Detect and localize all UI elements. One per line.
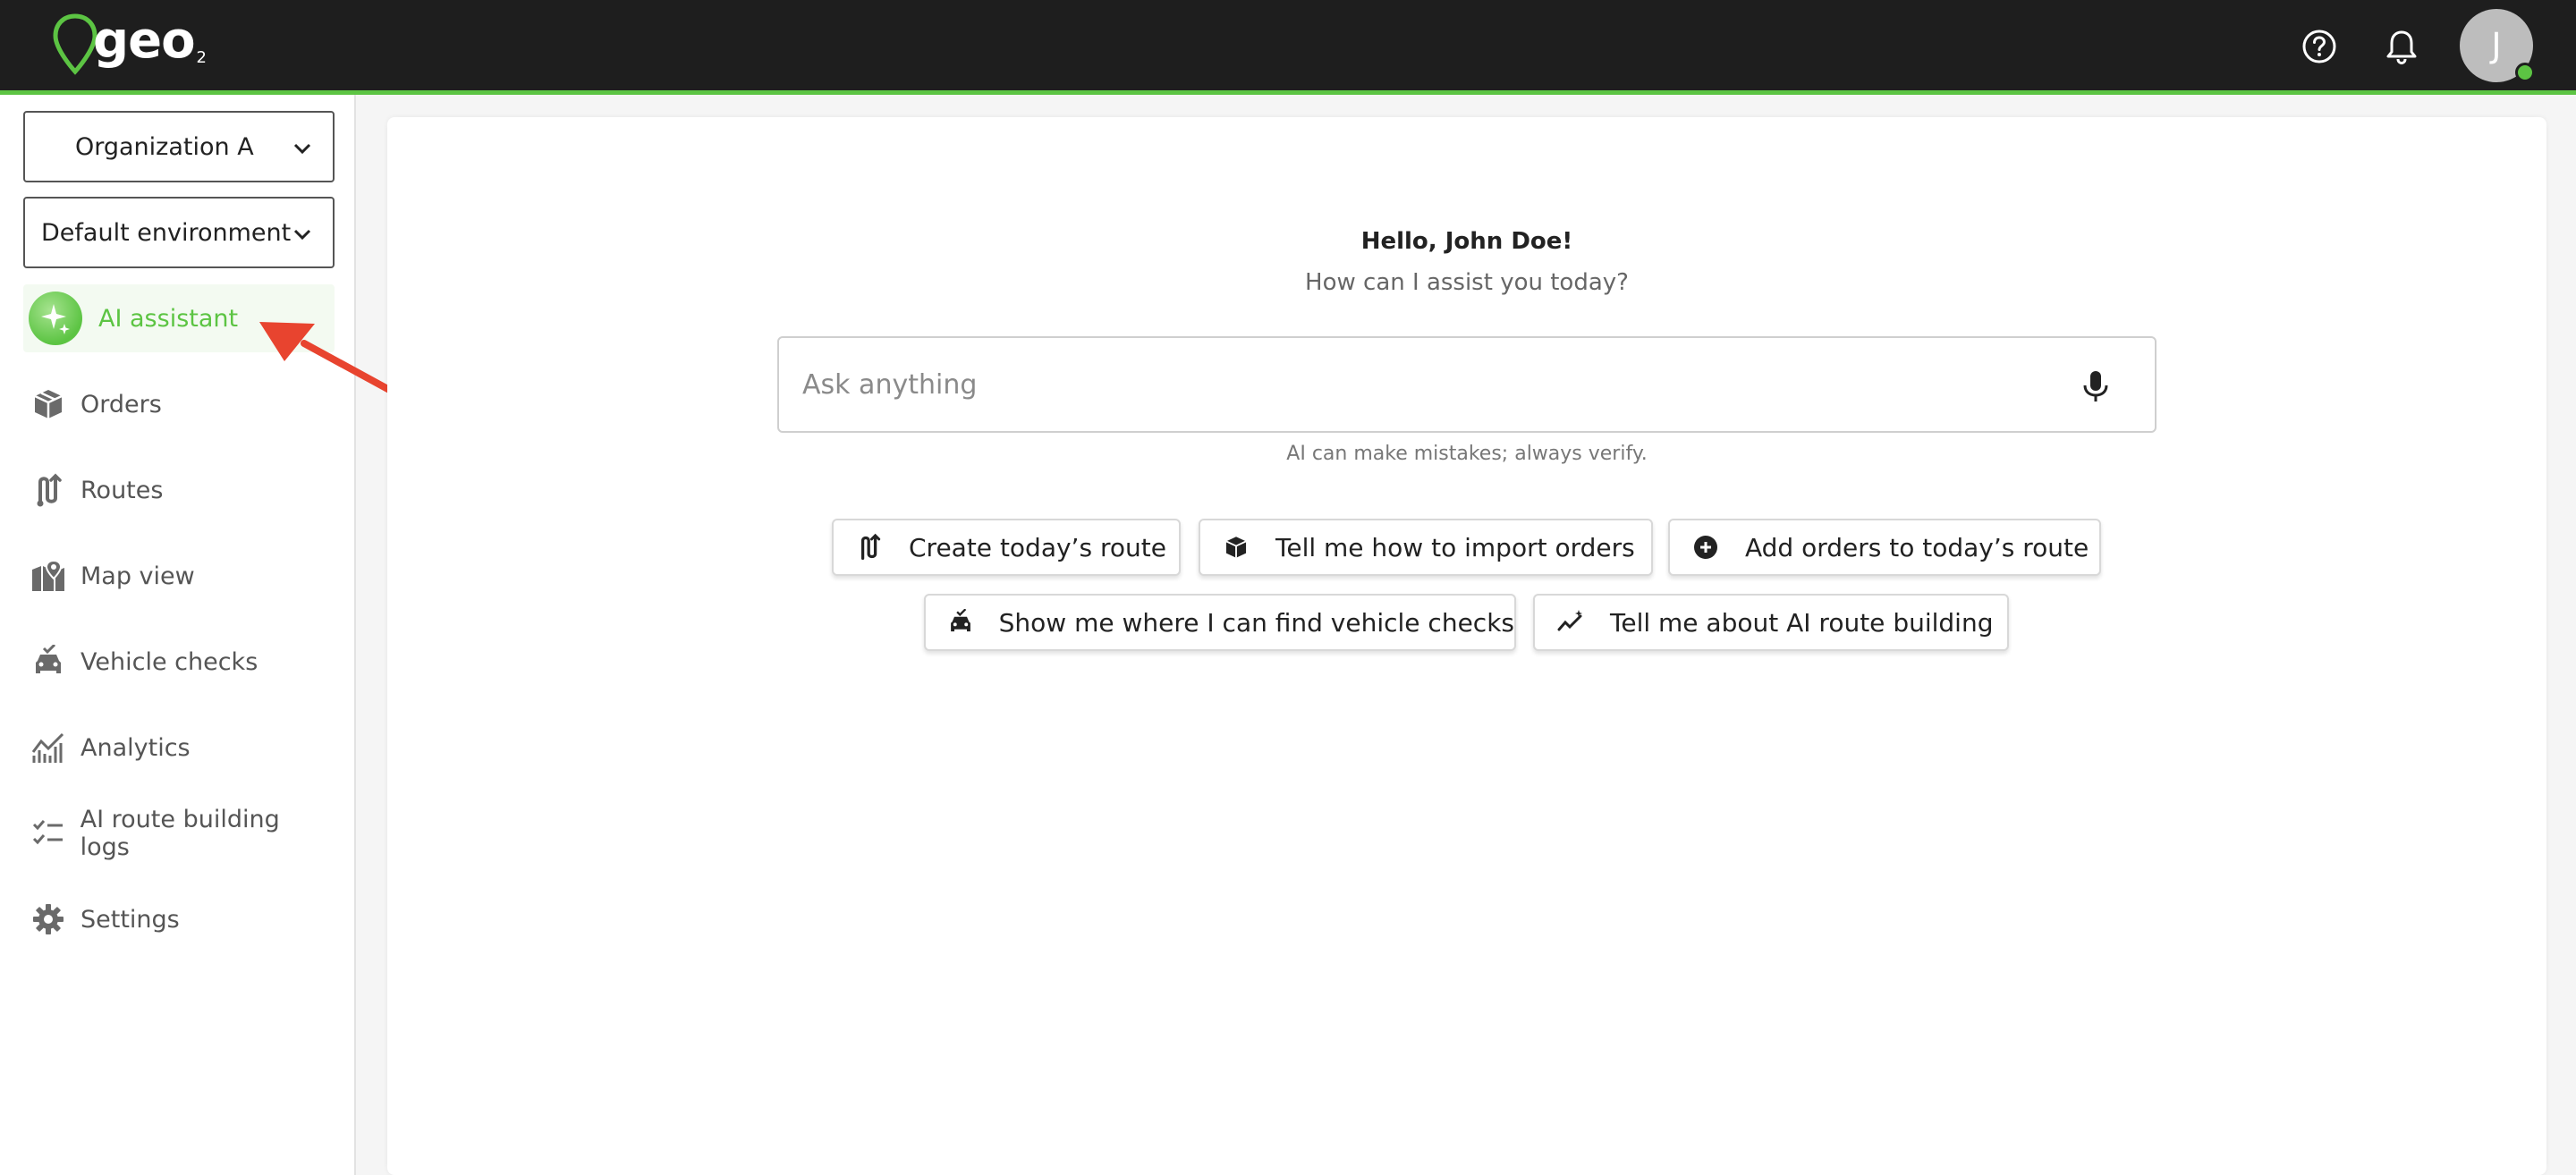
suggestion-label: Tell me about AI route building — [1610, 607, 1994, 638]
suggestion-import-orders[interactable]: Tell me how to import orders — [1199, 519, 1653, 576]
suggestion-add-orders[interactable]: Add orders to today’s route — [1668, 519, 2101, 576]
ask-box — [777, 336, 2157, 433]
organization-label: Organization A — [75, 132, 254, 161]
sidebar-item-label: Settings — [80, 905, 180, 934]
sidebar-item-routes[interactable]: Routes — [23, 456, 335, 524]
microphone-icon[interactable] — [2078, 368, 2114, 404]
sidebar-item-label: Analytics — [80, 733, 191, 762]
ai-disclaimer: AI can make mistakes; always verify. — [1286, 443, 1648, 465]
checklist-icon — [30, 816, 66, 851]
bell-icon[interactable] — [2382, 27, 2421, 66]
assistant-panel: Hello, John Doe! How can I assist you to… — [387, 117, 2546, 1175]
ai-trend-icon — [1556, 608, 1585, 637]
suggestion-create-route[interactable]: Create today’s route — [832, 519, 1181, 576]
sidebar-item-orders[interactable]: Orders — [23, 370, 335, 438]
greeting-subtitle: How can I assist you today? — [1305, 269, 1629, 296]
logo-subscript: 2 — [196, 48, 207, 67]
sidebar-item-analytics[interactable]: Analytics — [23, 714, 335, 782]
sidebar-item-vehicle-checks[interactable]: Vehicle checks — [23, 628, 335, 696]
sidebar-item-ai-assistant[interactable]: AI assistant — [23, 284, 335, 352]
sidebar-item-map-view[interactable]: Map view — [23, 542, 335, 610]
logo[interactable]: geo 2 — [52, 13, 207, 75]
sidebar: Organization A Default environment AI as… — [0, 95, 356, 1175]
location-pin-icon — [53, 13, 97, 75]
help-circle-icon[interactable] — [2300, 27, 2339, 66]
suggestion-vehicle-checks[interactable]: Show me where I can find vehicle checks — [924, 594, 1516, 651]
suggestion-ai-route-building[interactable]: Tell me about AI route building — [1533, 594, 2009, 651]
sidebar-item-label: Orders — [80, 390, 162, 418]
sidebar-item-label: Vehicle checks — [80, 647, 258, 676]
chevron-down-icon — [293, 229, 311, 241]
sidebar-item-label: Map view — [80, 562, 195, 590]
sidebar-item-label: AI route building logs — [80, 806, 280, 861]
avatar[interactable]: J — [2460, 9, 2535, 82]
organization-select[interactable]: Organization A — [23, 111, 335, 182]
box-icon — [30, 386, 66, 422]
sidebar-item-ai-route-building-logs[interactable]: AI route building logs — [23, 799, 335, 867]
suggestion-label: Create today’s route — [909, 532, 1166, 562]
box-icon — [1222, 533, 1250, 562]
logo-text: geo — [93, 12, 196, 70]
avatar-initial: J — [2491, 26, 2502, 65]
sidebar-item-settings[interactable]: Settings — [23, 885, 335, 953]
ask-input[interactable] — [802, 368, 2055, 401]
environment-select[interactable]: Default environment — [23, 197, 335, 268]
top-bar: geo 2 J — [0, 0, 2576, 95]
car-check-icon — [947, 608, 974, 637]
car-check-icon — [30, 644, 66, 680]
sparkle-icon — [29, 292, 82, 345]
suggestion-label: Tell me how to import orders — [1275, 532, 1635, 562]
greeting-title: Hello, John Doe! — [1360, 228, 1573, 255]
sidebar-item-label: Routes — [80, 476, 164, 504]
environment-label: Default environment — [41, 218, 292, 247]
chevron-down-icon — [293, 143, 311, 155]
route-icon — [30, 472, 66, 508]
sidebar-item-label: AI assistant — [98, 304, 239, 333]
suggestion-label: Add orders to today’s route — [1745, 532, 2089, 562]
suggestion-label: Show me where I can find vehicle checks — [998, 607, 1514, 638]
route-icon — [855, 533, 884, 562]
online-status-dot — [2515, 63, 2535, 82]
map-pin-icon — [30, 558, 66, 594]
gear-icon — [30, 901, 66, 937]
analytics-icon — [30, 730, 66, 765]
plus-circle-icon — [1691, 533, 1720, 562]
